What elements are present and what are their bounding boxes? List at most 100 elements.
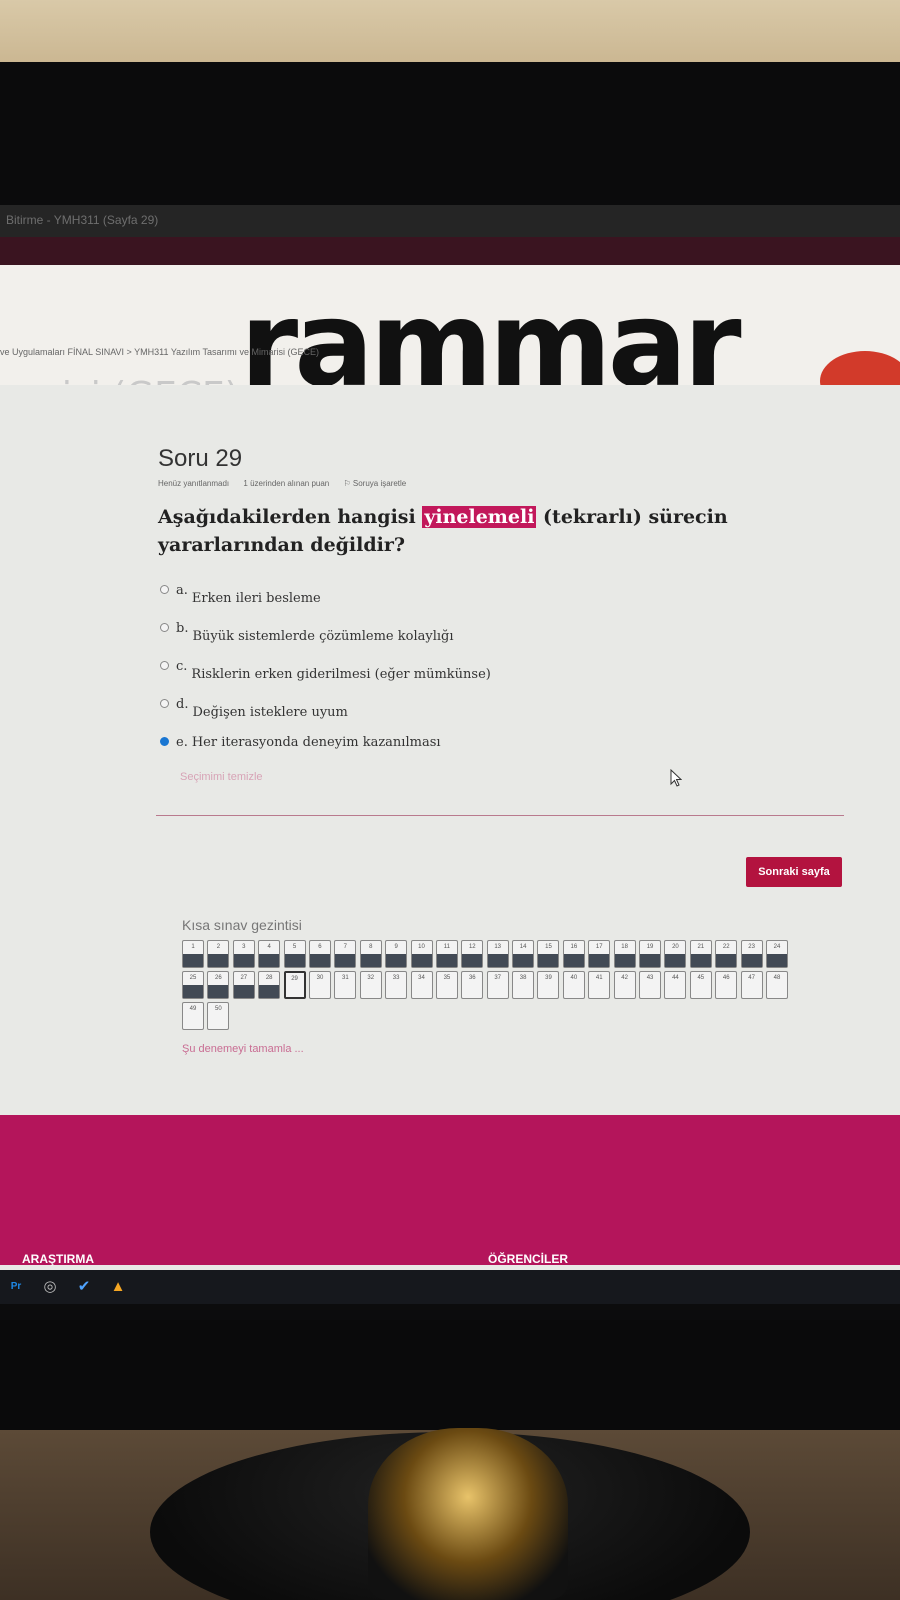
answer-option[interactable]: b. Büyük sistemlerde çözümleme kolaylığı [160, 621, 760, 659]
question-nav-button[interactable]: 16 [562, 940, 585, 968]
question-nav-button[interactable]: 45 [689, 971, 712, 999]
browser-tab-bar: Bitirme - YMH311 (Sayfa 29) [0, 205, 900, 237]
vlc-app-icon[interactable]: ▲ [108, 1277, 128, 1297]
question-nav-button[interactable]: 50 [207, 1002, 230, 1030]
flag-question-label: Soruya işaretle [352, 479, 407, 488]
breadcrumb[interactable]: ve Uygulamaları FİNAL SINAVI > YMH311 Ya… [0, 347, 319, 357]
question-nav-button[interactable]: 29 [283, 971, 306, 999]
question-text-start: Aşağıdakilerden hangisi [158, 506, 423, 528]
monitor-bezel-top [0, 62, 900, 212]
question-nav-button[interactable]: 39 [537, 971, 560, 999]
question-nav-button[interactable]: 17 [588, 940, 611, 968]
question-nav-button[interactable]: 38 [512, 971, 535, 999]
question-nav-button[interactable]: 46 [715, 971, 738, 999]
radio-button[interactable] [160, 661, 169, 670]
screen-edge [0, 1304, 900, 1320]
question-number: Soru 29 [158, 445, 243, 472]
question-nav-button[interactable]: 27 [232, 971, 255, 999]
next-page-button[interactable]: Sonraki sayfa [746, 857, 842, 887]
navigation-row: 25 26 27 28 29 30 31 32 33 34 35 36 37 38 39 40 41 42 43 44… [182, 971, 792, 1002]
question-nav-button[interactable]: 40 [562, 971, 585, 999]
question-nav-button[interactable]: 22 [715, 940, 738, 968]
browser-tab-title[interactable]: Bitirme - YMH311 (Sayfa 29) [6, 213, 158, 227]
question-nav-button[interactable]: 15 [537, 940, 560, 968]
question-nav-button[interactable]: 10 [410, 940, 433, 968]
question-nav-button[interactable]: 35 [435, 971, 458, 999]
question-nav-button[interactable]: 8 [359, 940, 382, 968]
clear-choice-link[interactable]: Seçimimi temizle [180, 771, 263, 783]
course-banner: rammar ve Uygulamaları FİNAL SINAVI > YM… [0, 265, 900, 385]
question-nav-button[interactable]: 36 [461, 971, 484, 999]
question-nav-button[interactable]: 4 [258, 940, 281, 968]
question-nav-button[interactable]: 47 [740, 971, 763, 999]
answer-option[interactable]: e. Her iterasyonda deneyim kazanılması [160, 735, 760, 773]
question-nav-button[interactable]: 21 [689, 940, 712, 968]
question-nav-button[interactable]: 34 [410, 971, 433, 999]
question-nav-button[interactable]: 28 [258, 971, 281, 999]
question-meta: Henüz yanıtlanmadı 1 üzerinden alınan pu… [158, 479, 430, 488]
question-nav-button[interactable]: 26 [207, 971, 230, 999]
footer-link-research[interactable]: ARAŞTIRMA [22, 1252, 94, 1266]
question-nav-button[interactable]: 13 [486, 940, 509, 968]
finish-attempt-link[interactable]: Şu denemeyi tamamla ... [182, 1043, 304, 1055]
question-nav-button[interactable]: 7 [334, 940, 357, 968]
mouse-cursor-icon [670, 769, 682, 787]
footer-link-students[interactable]: ÖĞRENCİLER [488, 1252, 568, 1266]
question-nav-button[interactable]: 3 [232, 940, 255, 968]
site-footer: ARAŞTIRMA ÖĞRENCİLER [0, 1115, 900, 1266]
banner-accent-shape [820, 351, 900, 385]
answer-letter: a. [176, 583, 188, 598]
question-nav-button[interactable]: 9 [385, 940, 408, 968]
question-nav-button[interactable]: 44 [664, 971, 687, 999]
chrome-app-icon[interactable]: ◎ [40, 1277, 60, 1297]
question-nav-button[interactable]: 37 [486, 971, 509, 999]
radio-button[interactable] [160, 585, 169, 594]
question-nav-button[interactable]: 19 [639, 940, 662, 968]
question-nav-button[interactable]: 18 [613, 940, 636, 968]
question-nav-button[interactable]: 1 [182, 940, 204, 968]
question-nav-button[interactable]: 24 [765, 940, 788, 968]
monitor-screen: Bitirme - YMH311 (Sayfa 29) rammar ve Uy… [0, 205, 900, 1320]
question-nav-button[interactable]: 31 [334, 971, 357, 999]
answer-list: a. Erken ileri besleme b. Büyük sistemlerde… [160, 583, 760, 773]
monitor-bezel-bottom [0, 1320, 900, 1430]
question-nav-button[interactable]: 2 [207, 940, 230, 968]
question-nav-button[interactable]: 32 [359, 971, 382, 999]
question-nav-button[interactable]: 23 [740, 940, 763, 968]
answer-text: Erken ileri besleme [191, 591, 321, 606]
question-text: Aşağıdakilerden hangisi yinelemeli (tekr… [158, 503, 798, 559]
radio-button[interactable] [160, 699, 169, 708]
question-nav-button[interactable]: 43 [639, 971, 662, 999]
question-nav-button[interactable]: 25 [182, 971, 204, 999]
question-nav-button[interactable]: 30 [308, 971, 331, 999]
answer-letter: e. [176, 735, 188, 750]
answer-text: Değişen isteklere uyum [192, 705, 348, 720]
answer-option[interactable]: c. Risklerin erken giderilmesi (eğer mümk… [160, 659, 760, 697]
question-nav-button[interactable]: 12 [461, 940, 484, 968]
radio-button[interactable] [160, 737, 169, 746]
question-nav-button[interactable]: 5 [283, 940, 306, 968]
answer-option[interactable]: a. Erken ileri besleme [160, 583, 760, 621]
flag-question-link[interactable]: ⚐ Soruya işaretle [343, 479, 418, 488]
question-nav-button[interactable]: 20 [664, 940, 687, 968]
answer-letter: c. [176, 659, 188, 674]
question-nav-button[interactable]: 42 [613, 971, 636, 999]
os-taskbar: Pr ◎ ✔ ▲ [0, 1270, 900, 1304]
question-divider [156, 815, 844, 816]
question-nav-button[interactable]: 49 [182, 1002, 204, 1030]
checkmark-app-icon[interactable]: ✔ [74, 1277, 94, 1297]
question-nav-button[interactable]: 11 [435, 940, 458, 968]
quiz-navigation-grid: 1 2 3 4 5 6 7 8 9 10 11 12 13 14 15 16 17 18 19 20 21 22 23 24 2… [182, 940, 792, 1033]
radio-button[interactable] [160, 623, 169, 632]
question-nav-button[interactable]: 41 [588, 971, 611, 999]
answer-text: Her iterasyonda deneyim kazanılması [191, 735, 441, 750]
question-nav-button[interactable]: 6 [308, 940, 331, 968]
question-nav-button[interactable]: 14 [512, 940, 535, 968]
premiere-app-icon[interactable]: Pr [6, 1277, 26, 1297]
quiz-navigation-title: Kısa sınav gezintisi [182, 917, 302, 933]
question-nav-button[interactable]: 33 [385, 971, 408, 999]
monitor-stand-neck [368, 1428, 568, 1600]
answer-option[interactable]: d. Değişen isteklere uyum [160, 697, 760, 735]
question-nav-button[interactable]: 48 [765, 971, 788, 999]
quiz-content: Soru 29 Henüz yanıtlanmadı 1 üzerinden a… [0, 385, 900, 1115]
